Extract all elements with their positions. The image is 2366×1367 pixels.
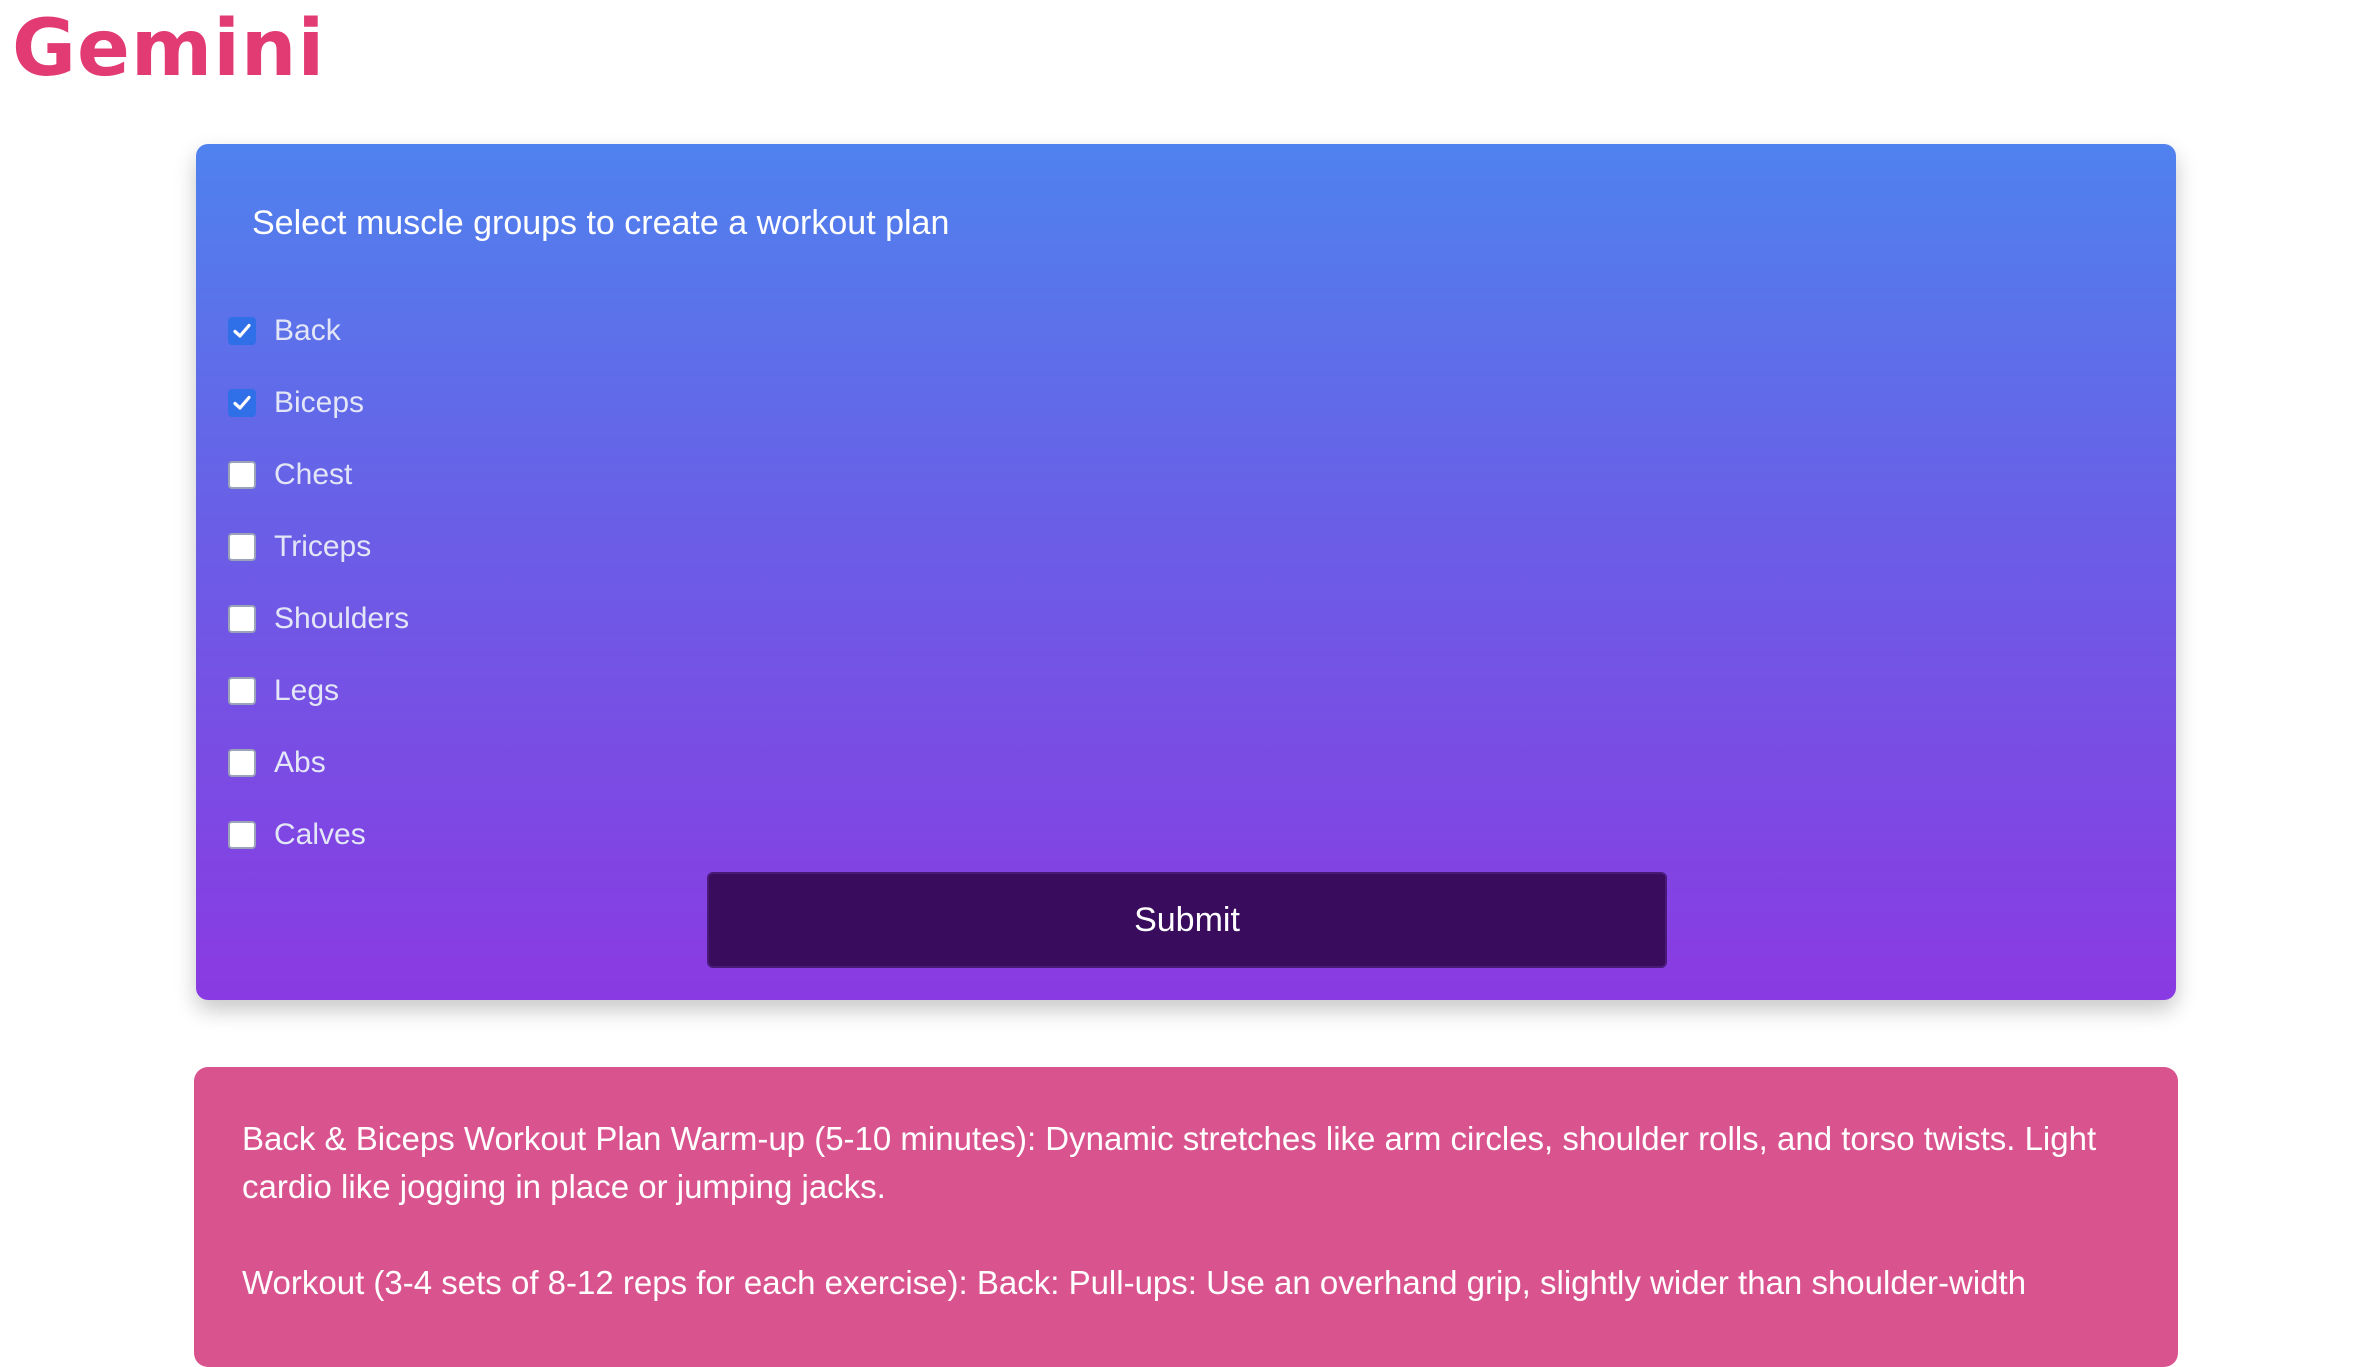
option-calves[interactable]: Calves [228, 799, 409, 871]
option-chest[interactable]: Chest [228, 439, 409, 511]
checkmark-icon [233, 395, 251, 410]
option-biceps[interactable]: Biceps [228, 367, 409, 439]
triceps-checkbox[interactable] [228, 533, 256, 561]
option-back[interactable]: Back [228, 295, 409, 367]
checkmark-icon [233, 323, 251, 338]
option-label: Chest [274, 458, 353, 491]
option-label: Legs [274, 674, 340, 707]
shoulders-checkbox[interactable] [228, 605, 256, 633]
option-shoulders[interactable]: Shoulders [228, 583, 409, 655]
option-label: Triceps [274, 530, 372, 563]
option-legs[interactable]: Legs [228, 655, 409, 727]
app-logo: Gemini [12, 4, 326, 94]
calves-checkbox[interactable] [228, 821, 256, 849]
workout-form-panel: Select muscle groups to create a workout… [196, 144, 2176, 1000]
submit-button[interactable]: Submit [707, 872, 1667, 968]
option-label: Abs [274, 746, 326, 779]
option-label: Calves [274, 818, 366, 851]
form-title: Select muscle groups to create a workout… [252, 204, 950, 242]
back-checkbox[interactable] [228, 317, 256, 345]
option-label: Shoulders [274, 602, 410, 635]
chest-checkbox[interactable] [228, 461, 256, 489]
abs-checkbox[interactable] [228, 749, 256, 777]
muscle-group-options: Back Biceps Chest Triceps Shoulders Legs… [228, 295, 409, 871]
result-paragraph: Workout (3-4 sets of 8-12 reps for each … [242, 1264, 2027, 1301]
option-abs[interactable]: Abs [228, 727, 409, 799]
workout-plan-result: Back & Biceps Workout Plan Warm-up (5-10… [194, 1067, 2178, 1367]
option-triceps[interactable]: Triceps [228, 511, 409, 583]
option-label: Biceps [274, 386, 365, 419]
legs-checkbox[interactable] [228, 677, 256, 705]
option-label: Back [274, 314, 341, 347]
biceps-checkbox[interactable] [228, 389, 256, 417]
result-paragraph: Back & Biceps Workout Plan Warm-up (5-10… [242, 1120, 2097, 1205]
